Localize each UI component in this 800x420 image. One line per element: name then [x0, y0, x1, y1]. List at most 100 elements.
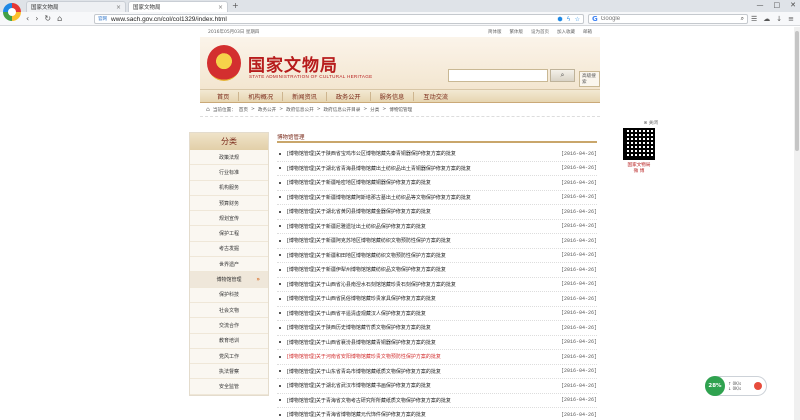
article-link[interactable]: [博物馆管理]关于陕西省宝鸡市公区博物馆藏先秦青铜器保护修复方案的批复	[287, 150, 561, 157]
qr-close-button[interactable]: ⊗ 关闭	[620, 120, 659, 126]
forward-icon[interactable]: ›	[35, 14, 38, 23]
sidebar-item[interactable]: 预算财务	[190, 196, 268, 212]
tab-1[interactable]: 国家文物局 ×	[128, 1, 228, 12]
article-link[interactable]: [博物馆管理]关于山西省沁县南涅水石刻馆馆藏珍贵石刻保护修复方案的批复	[287, 281, 561, 288]
nav-home[interactable]: 首页	[208, 91, 240, 101]
sidebar-item-label: 执法督察	[218, 368, 239, 375]
breadcrumb-item[interactable]: 政府信息公开	[286, 107, 314, 113]
page-scrollbar[interactable]	[794, 27, 800, 420]
sidebar-item[interactable]: 机构服务	[190, 181, 268, 196]
sidebar-item[interactable]: 行业标准	[190, 165, 268, 181]
home-icon[interactable]: ⌂	[57, 14, 62, 23]
breadcrumb-current[interactable]: 博物馆管理	[389, 107, 412, 113]
url-text[interactable]: www.sach.gov.cn/col/col1329/index.html	[111, 16, 227, 23]
lightning-icon[interactable]: ϟ	[567, 16, 571, 23]
breadcrumb-item[interactable]: 分类	[370, 107, 379, 113]
article-link[interactable]: [博物馆管理]关于新疆阿克苏地区博物馆藏纺织文物预防性保护方案的批复	[287, 237, 561, 244]
sidebar-item[interactable]: 考古发掘	[190, 242, 268, 258]
speed-boost-icon[interactable]	[754, 382, 762, 390]
article-link[interactable]: [博物馆管理]关于新疆尼雅遗址出土纺织品保护修复方案的批复	[287, 223, 561, 230]
list-item: [博物馆管理]关于山西省襄汾县博物馆藏青铜器保护修复方案的批复 [2016-04-…	[277, 336, 597, 350]
qr-code-icon[interactable]	[623, 128, 655, 160]
maximize-icon[interactable]: □	[774, 1, 781, 9]
menu-icon[interactable]: ≡	[788, 15, 794, 23]
article-link[interactable]: [博物馆管理]关于青海省博物馆藏元代饰件保护修复方案的批复	[287, 411, 561, 418]
tab-0[interactable]: 国家文物局 ×	[26, 1, 126, 12]
bullet-icon	[279, 239, 281, 242]
bullet-icon	[279, 326, 281, 329]
article-link[interactable]: [博物馆管理]关于新疆伊犁州博物馆馆藏纺织品文物保护修复方案的批复	[287, 266, 561, 273]
shield-icon[interactable]: ⬢	[557, 16, 562, 23]
bullet-icon	[279, 196, 281, 199]
tab-label: 国家文物局	[133, 5, 161, 11]
article-link[interactable]: [博物馆管理]关于山西省平遥清虚观藏汉人保护修复方案的批复	[287, 310, 561, 317]
cloud-icon[interactable]: ☁	[763, 15, 770, 23]
back-icon[interactable]: ‹	[26, 14, 29, 23]
close-window-icon[interactable]: ✕	[790, 1, 796, 9]
scroll-thumb[interactable]	[795, 31, 799, 151]
sidebar-item[interactable]: 执法督察	[190, 364, 268, 380]
tab-close-icon[interactable]: ×	[218, 4, 223, 11]
site-topbar: 2016年05月03日 星期四 简体版 繁体版 设为首页 加入收藏 邮箱	[200, 26, 600, 37]
site-search-button[interactable]: ⌕	[550, 69, 575, 82]
article-date: [2016-04-26]	[560, 237, 597, 244]
network-speed-widget[interactable]: 28% ↑ 0K/s ↓ 0K/s	[705, 376, 767, 396]
article-link[interactable]: [博物馆管理]关于湖北省黄冈县博物馆藏金器保护修复方案的批复	[287, 208, 561, 215]
sidebar-item[interactable]: 社会文物	[190, 303, 268, 319]
browser-logo-icon[interactable]	[3, 3, 21, 21]
sidebar-item[interactable]: 交流合作	[190, 318, 268, 334]
sidebar-item[interactable]: 党风工作	[190, 349, 268, 365]
sidebar-item[interactable]: 教育培训	[190, 334, 268, 349]
nav-services[interactable]: 服务信息	[371, 91, 415, 101]
breadcrumb-item[interactable]: 政府信息公开目录	[324, 107, 361, 113]
article-link[interactable]: [博物馆管理]关于山东省青岛市博物馆藏纸质文物保护修复方案的批复	[287, 368, 561, 375]
nav-news[interactable]: 新闻资讯	[283, 91, 327, 101]
address-bar[interactable]: 官网 www.sach.gov.cn/col/col1329/index.htm…	[94, 14, 584, 24]
article-link[interactable]: [博物馆管理]关于山西省民俗博物馆藏珍贵家具保护修复方案的批复	[287, 295, 561, 302]
star-icon[interactable]: ☆	[575, 16, 580, 23]
nav-interaction[interactable]: 互动交流	[414, 92, 457, 101]
link-traditional[interactable]: 繁体版	[510, 29, 524, 35]
download-icon[interactable]: ↓	[776, 15, 782, 23]
reload-icon[interactable]: ↻	[44, 14, 51, 23]
browser-search-input[interactable]	[600, 16, 721, 22]
bookmark-icon[interactable]: ☰	[751, 15, 757, 23]
tab-close-icon[interactable]: ×	[116, 4, 121, 11]
article-link[interactable]: [博物馆管理]关于新疆哈密地区博物馆藏铜器保护修复方案的批复	[287, 179, 561, 186]
site-search-input[interactable]	[448, 69, 548, 82]
advanced-search-button[interactable]: 高级搜索	[579, 71, 600, 87]
link-mailbox[interactable]: 邮箱	[583, 29, 592, 35]
sidebar-item[interactable]: 保护科技	[190, 288, 268, 303]
article-link[interactable]: [博物馆管理]关于新疆和田地区博物馆藏纺织文物预防性保护方案的批复	[287, 252, 561, 259]
article-date: [2016-04-26]	[560, 223, 597, 230]
speed-percent[interactable]: 28%	[705, 376, 725, 396]
bullet-icon	[279, 297, 281, 300]
article-link[interactable]: [博物馆管理]关于新疆博物馆藏阿斯塔那古墓出土纺织品等文物保护修复方案的批复	[287, 194, 561, 201]
sidebar-item[interactable]: 世界遗产	[190, 257, 268, 273]
breadcrumb-item[interactable]: 政务公开	[258, 107, 276, 113]
nav-gov-affairs[interactable]: 政务公开	[327, 91, 371, 101]
breadcrumb-separator: >	[382, 107, 387, 112]
search-icon[interactable]: ⌕	[741, 15, 744, 23]
article-link[interactable]: [博物馆管理]关于湖北省青海县博物馆藏出土纺织品出土青铜器保护修复方案的批复	[287, 165, 561, 172]
breadcrumb-item[interactable]: 首页	[239, 107, 248, 113]
article-link[interactable]: [博物馆管理]关于河南省安阳博物馆藏珍贵文物预防性保护方案的批复	[287, 353, 561, 360]
sidebar-item[interactable]: 博物馆管理 »	[190, 272, 268, 288]
minimize-icon[interactable]: —	[757, 1, 764, 9]
sidebar-item[interactable]: 规划宣传	[190, 211, 268, 227]
article-link[interactable]: [博物馆管理]关于山西省襄汾县博物馆藏青铜器保护修复方案的批复	[287, 339, 561, 346]
sidebar-item[interactable]: 安全监管	[190, 379, 268, 395]
sidebar-item[interactable]: 政策法规	[190, 150, 268, 166]
article-link[interactable]: [博物馆管理]关于陕西历史博物馆藏竹质文物保护修复方案的批复	[287, 324, 561, 331]
article-link[interactable]: [博物馆管理]关于青海省文物考古研究所所藏纸质文物保护修复方案的批复	[287, 397, 561, 404]
article-link[interactable]: [博物馆管理]关于湖北省武汉市博物馆藏书画保护修复方案的批复	[287, 382, 561, 389]
sidebar-item[interactable]: 保护工程	[190, 226, 268, 242]
browser-search-box[interactable]: G ⌕	[588, 14, 748, 24]
link-simplified[interactable]: 简体版	[488, 29, 502, 35]
nav-about[interactable]: 机构概况	[239, 91, 284, 101]
site-title[interactable]: 国家文物局	[248, 51, 338, 76]
article-date: [2016-04-26]	[560, 310, 597, 317]
link-set-homepage[interactable]: 设为首页	[531, 29, 549, 35]
link-add-favorite[interactable]: 加入收藏	[557, 29, 575, 35]
new-tab-button[interactable]: +	[232, 1, 239, 10]
